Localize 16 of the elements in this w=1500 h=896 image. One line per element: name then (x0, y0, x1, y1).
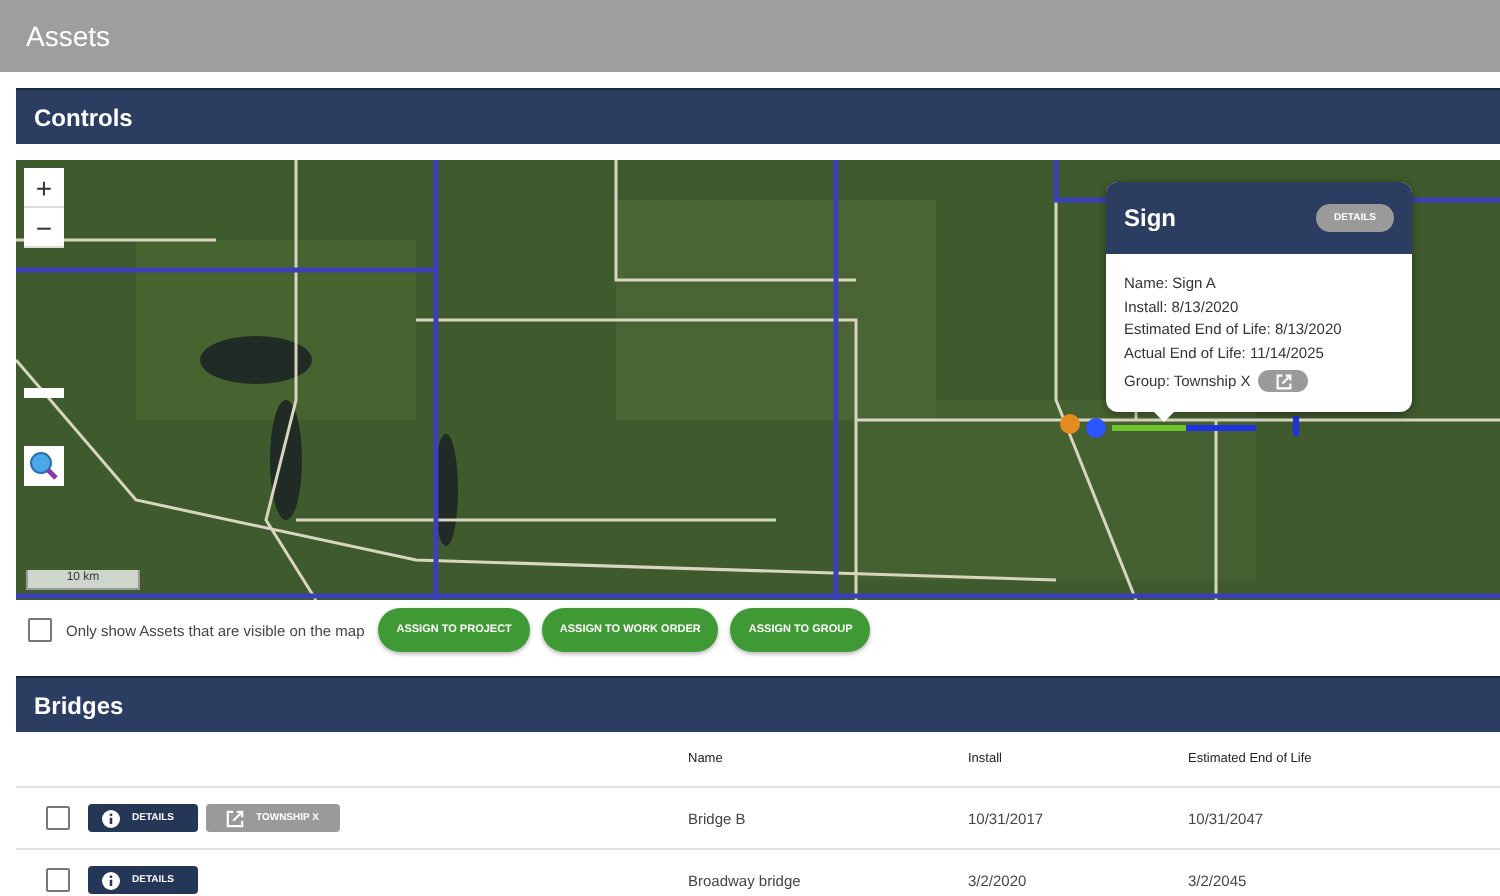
popup-pointer (1154, 412, 1174, 422)
external-link-icon (1275, 373, 1292, 389)
zoom-in-button[interactable]: + (24, 168, 64, 208)
row-checkbox[interactable] (46, 868, 70, 892)
external-link-icon (226, 809, 244, 827)
info-icon (102, 809, 120, 827)
section-title: Controls (34, 103, 133, 131)
checkbox[interactable] (28, 618, 52, 642)
section-title: Bridges (34, 691, 124, 719)
row-checkbox[interactable] (46, 806, 70, 830)
popup-title: Sign (1124, 204, 1176, 232)
info-icon (102, 871, 120, 889)
open-group-button[interactable] (1258, 370, 1309, 392)
search-icon (28, 450, 60, 482)
magnifier-button[interactable] (24, 446, 64, 486)
page-title: Assets (26, 20, 111, 52)
